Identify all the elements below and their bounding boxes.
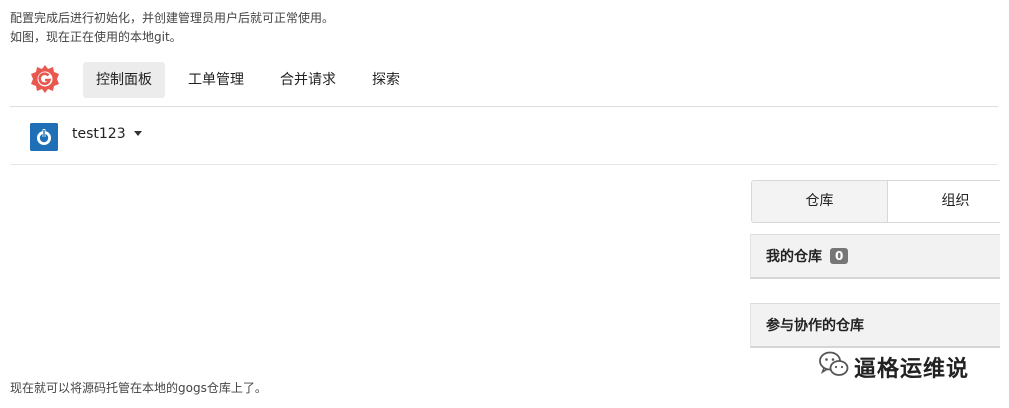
nav-pull-requests[interactable]: 合并请求 xyxy=(267,62,349,98)
nav-explore[interactable]: 探索 xyxy=(359,62,413,98)
outro-text: 现在就可以将源码托管在本地的gogs仓库上了。 xyxy=(10,381,267,395)
nav-dashboard[interactable]: 控制面板 xyxy=(83,62,165,98)
username-label: test123 xyxy=(72,126,126,142)
collaborative-repositories-panel: 参与协作的仓库 xyxy=(750,303,1000,348)
intro-line-2: 如图，现在正在使用的本地git。 xyxy=(10,30,182,44)
my-repositories-header: 我的仓库 0 xyxy=(766,246,849,266)
gogs-logo-icon[interactable] xyxy=(30,64,60,94)
collaborative-repositories-title: 参与协作的仓库 xyxy=(766,318,864,334)
tab-repositories[interactable]: 仓库 xyxy=(752,181,888,222)
repo-org-tabs: 仓库 组织 xyxy=(751,180,1000,223)
caret-down-icon xyxy=(133,130,142,136)
wechat-icon xyxy=(819,351,849,376)
wechat-watermark: 逼格运维说 xyxy=(818,345,988,385)
user-switcher-dropdown[interactable]: test123 xyxy=(72,126,142,142)
my-repositories-panel: 我的仓库 0 xyxy=(750,234,1000,279)
avatar[interactable] xyxy=(30,123,58,151)
watermark-text: 逼格运维说 xyxy=(854,357,970,382)
nav-issues[interactable]: 工单管理 xyxy=(175,62,257,98)
tab-organizations[interactable]: 组织 xyxy=(888,181,1000,222)
repo-count-badge: 0 xyxy=(830,248,849,264)
intro-line-1: 配置完成后进行初始化，并创建管理员用户后就可正常使用。 xyxy=(10,11,335,25)
top-navbar: 控制面板 工单管理 合并请求 探索 xyxy=(10,58,998,107)
my-repositories-title: 我的仓库 xyxy=(766,249,822,265)
context-switcher-bar: test123 xyxy=(10,107,998,165)
